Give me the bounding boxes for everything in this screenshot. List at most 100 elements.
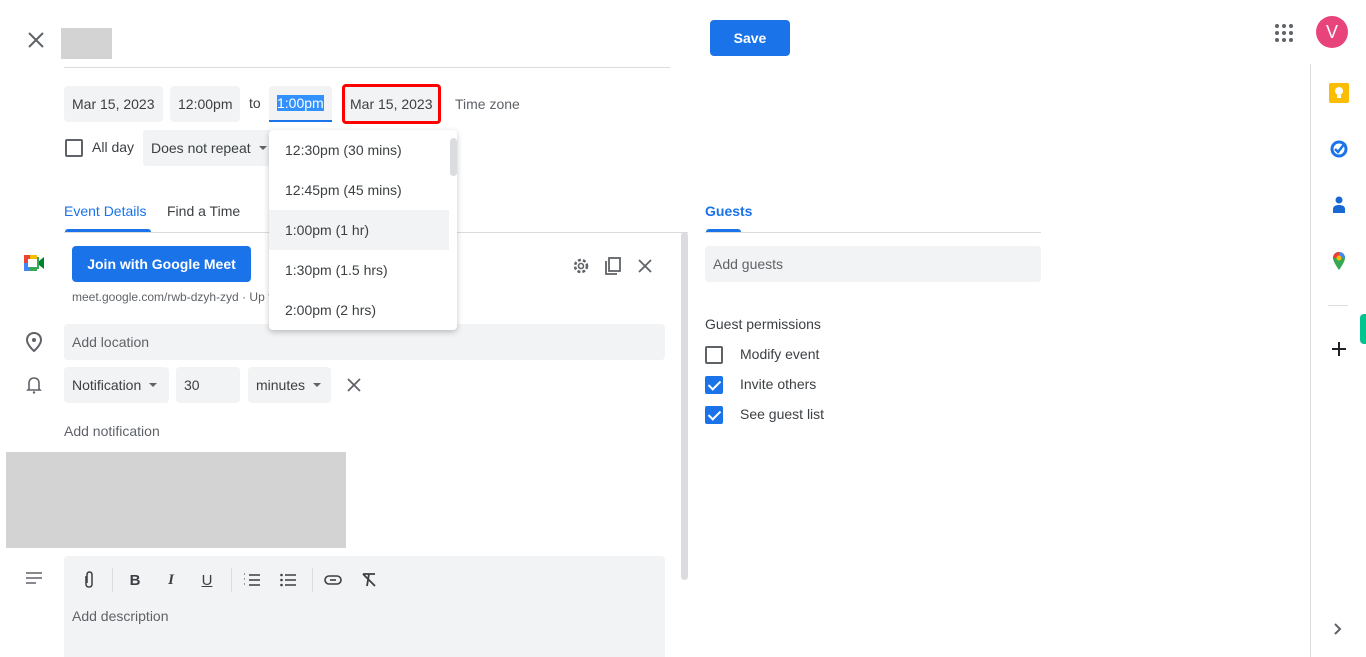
toolbar-divider xyxy=(312,568,313,592)
option-label: 12:45pm (45 mins) xyxy=(285,182,402,198)
close-icon xyxy=(638,259,652,273)
invite-others-checkbox[interactable] xyxy=(705,376,723,394)
event-title-redacted[interactable] xyxy=(61,28,112,59)
meet-settings-button[interactable] xyxy=(571,256,591,276)
end-date-field[interactable]: Mar 15, 2023 xyxy=(342,84,441,124)
remove-formatting-icon[interactable] xyxy=(359,570,379,590)
attach-icon[interactable] xyxy=(79,570,99,590)
apps-grid-button[interactable] xyxy=(1272,21,1296,45)
repeat-value: Does not repeat xyxy=(151,140,251,156)
get-addons-button[interactable] xyxy=(1330,340,1348,358)
all-day-checkbox[interactable] xyxy=(65,139,83,157)
dropdown-option-selected[interactable]: 1:00pm (1 hr) xyxy=(269,210,449,250)
start-time-value: 12:00pm xyxy=(178,96,233,112)
guest-permissions-title: Guest permissions xyxy=(705,316,821,332)
tasks-app-button[interactable] xyxy=(1329,139,1349,159)
notification-unit-value: minutes xyxy=(256,377,306,393)
contacts-app-button[interactable] xyxy=(1329,195,1349,215)
avatar-initial: V xyxy=(1325,21,1338,42)
keep-icon xyxy=(1329,83,1349,103)
maps-app-button[interactable] xyxy=(1329,251,1349,271)
tasks-icon xyxy=(1330,140,1348,158)
start-date-value: Mar 15, 2023 xyxy=(72,96,155,112)
tab-event-details[interactable]: Event Details xyxy=(64,203,146,219)
option-label: 2:00pm (2 hrs) xyxy=(285,302,377,318)
start-time-field[interactable]: 12:00pm xyxy=(170,86,241,122)
description-placeholder: Add description xyxy=(72,608,169,624)
option-label: 1:30pm (1.5 hrs) xyxy=(285,262,388,278)
dropdown-option[interactable]: 12:45pm (45 mins) xyxy=(269,170,449,210)
avatar[interactable]: V xyxy=(1316,16,1348,48)
close-button[interactable] xyxy=(24,28,48,52)
dropdown-option[interactable]: 2:00pm (2 hrs) xyxy=(269,290,449,330)
link-icon[interactable] xyxy=(323,570,343,590)
option-label: 12:30pm (30 mins) xyxy=(285,142,402,158)
notification-type-value: Notification xyxy=(72,377,142,393)
side-panel-divider xyxy=(1328,305,1348,306)
add-notification-button[interactable]: Add notification xyxy=(64,423,160,439)
modify-event-label: Modify event xyxy=(740,346,820,362)
end-time-field[interactable]: 1:00pm xyxy=(269,86,332,122)
repeat-select[interactable]: Does not repeat xyxy=(143,130,275,166)
notification-unit-select[interactable]: minutes xyxy=(248,367,331,403)
dropdown-option[interactable]: 1:30pm (1.5 hrs) xyxy=(269,250,449,290)
remove-notification-button[interactable] xyxy=(346,377,362,393)
bold-icon[interactable]: B xyxy=(125,570,145,590)
location-placeholder: Add location xyxy=(72,334,150,350)
title-underline xyxy=(64,67,670,68)
gear-icon xyxy=(573,258,589,274)
copy-icon xyxy=(605,257,621,275)
notification-type-select[interactable]: Notification xyxy=(64,367,169,403)
notification-value: 30 xyxy=(184,377,200,393)
end-time-dropdown[interactable]: 12:30pm (30 mins) 12:45pm (45 mins) 1:00… xyxy=(269,130,457,330)
chevron-down-icon xyxy=(258,146,267,150)
end-time-value: 1:00pm xyxy=(277,95,324,111)
join-google-meet-button[interactable]: Join with Google Meet xyxy=(72,246,251,282)
end-date-value: Mar 15, 2023 xyxy=(350,96,433,112)
bell-icon xyxy=(26,377,42,394)
all-day-label: All day xyxy=(92,139,135,155)
add-guests-input[interactable]: Add guests xyxy=(705,246,1041,282)
close-icon xyxy=(347,378,361,392)
chevron-down-icon xyxy=(313,383,322,387)
italic-icon[interactable]: I xyxy=(161,570,181,590)
keep-app-button[interactable] xyxy=(1329,83,1349,103)
underline-icon[interactable]: U xyxy=(197,570,217,590)
location-pin-icon xyxy=(25,332,43,352)
option-label: 1:00pm (1 hr) xyxy=(285,222,370,238)
toolbar-divider xyxy=(231,568,232,592)
maps-icon xyxy=(1333,252,1345,270)
redacted-region xyxy=(6,452,346,548)
remove-meet-button[interactable] xyxy=(636,257,654,275)
see-guest-list-checkbox[interactable] xyxy=(705,406,723,424)
guests-divider xyxy=(705,232,1041,233)
tab-find-a-time[interactable]: Find a Time xyxy=(167,203,240,219)
expand-side-panel-button[interactable] xyxy=(1332,622,1344,636)
contacts-icon xyxy=(1333,196,1345,213)
side-panel-green-tab[interactable] xyxy=(1360,314,1366,344)
tab-guests[interactable]: Guests xyxy=(705,203,752,219)
notification-value-input[interactable]: 30 xyxy=(176,367,240,403)
dropdown-scrollbar[interactable] xyxy=(450,138,457,176)
start-date-field[interactable]: Mar 15, 2023 xyxy=(64,86,163,122)
description-icon xyxy=(26,572,42,584)
numbered-list-icon[interactable] xyxy=(242,570,262,590)
to-label: to xyxy=(249,95,261,111)
close-icon xyxy=(28,32,44,48)
copy-meet-button[interactable] xyxy=(603,256,623,276)
details-scrollbar[interactable] xyxy=(681,232,688,580)
chevron-right-icon xyxy=(1334,623,1342,635)
time-zone-button[interactable]: Time zone xyxy=(455,96,520,112)
meet-link[interactable]: meet.google.com/rwb-dzyh-zyd · Up t xyxy=(72,290,271,304)
invite-others-label: Invite others xyxy=(740,376,817,392)
chevron-down-icon xyxy=(149,383,158,387)
modify-event-checkbox[interactable] xyxy=(705,346,723,364)
save-button[interactable]: Save xyxy=(710,20,790,56)
plus-icon xyxy=(1332,342,1346,356)
add-guests-placeholder: Add guests xyxy=(713,256,784,272)
dropdown-option[interactable]: 12:30pm (30 mins) xyxy=(269,130,449,170)
bulleted-list-icon[interactable] xyxy=(278,570,298,590)
see-guest-list-label: See guest list xyxy=(740,406,825,422)
google-meet-icon xyxy=(24,255,44,271)
toolbar-divider xyxy=(112,568,113,592)
